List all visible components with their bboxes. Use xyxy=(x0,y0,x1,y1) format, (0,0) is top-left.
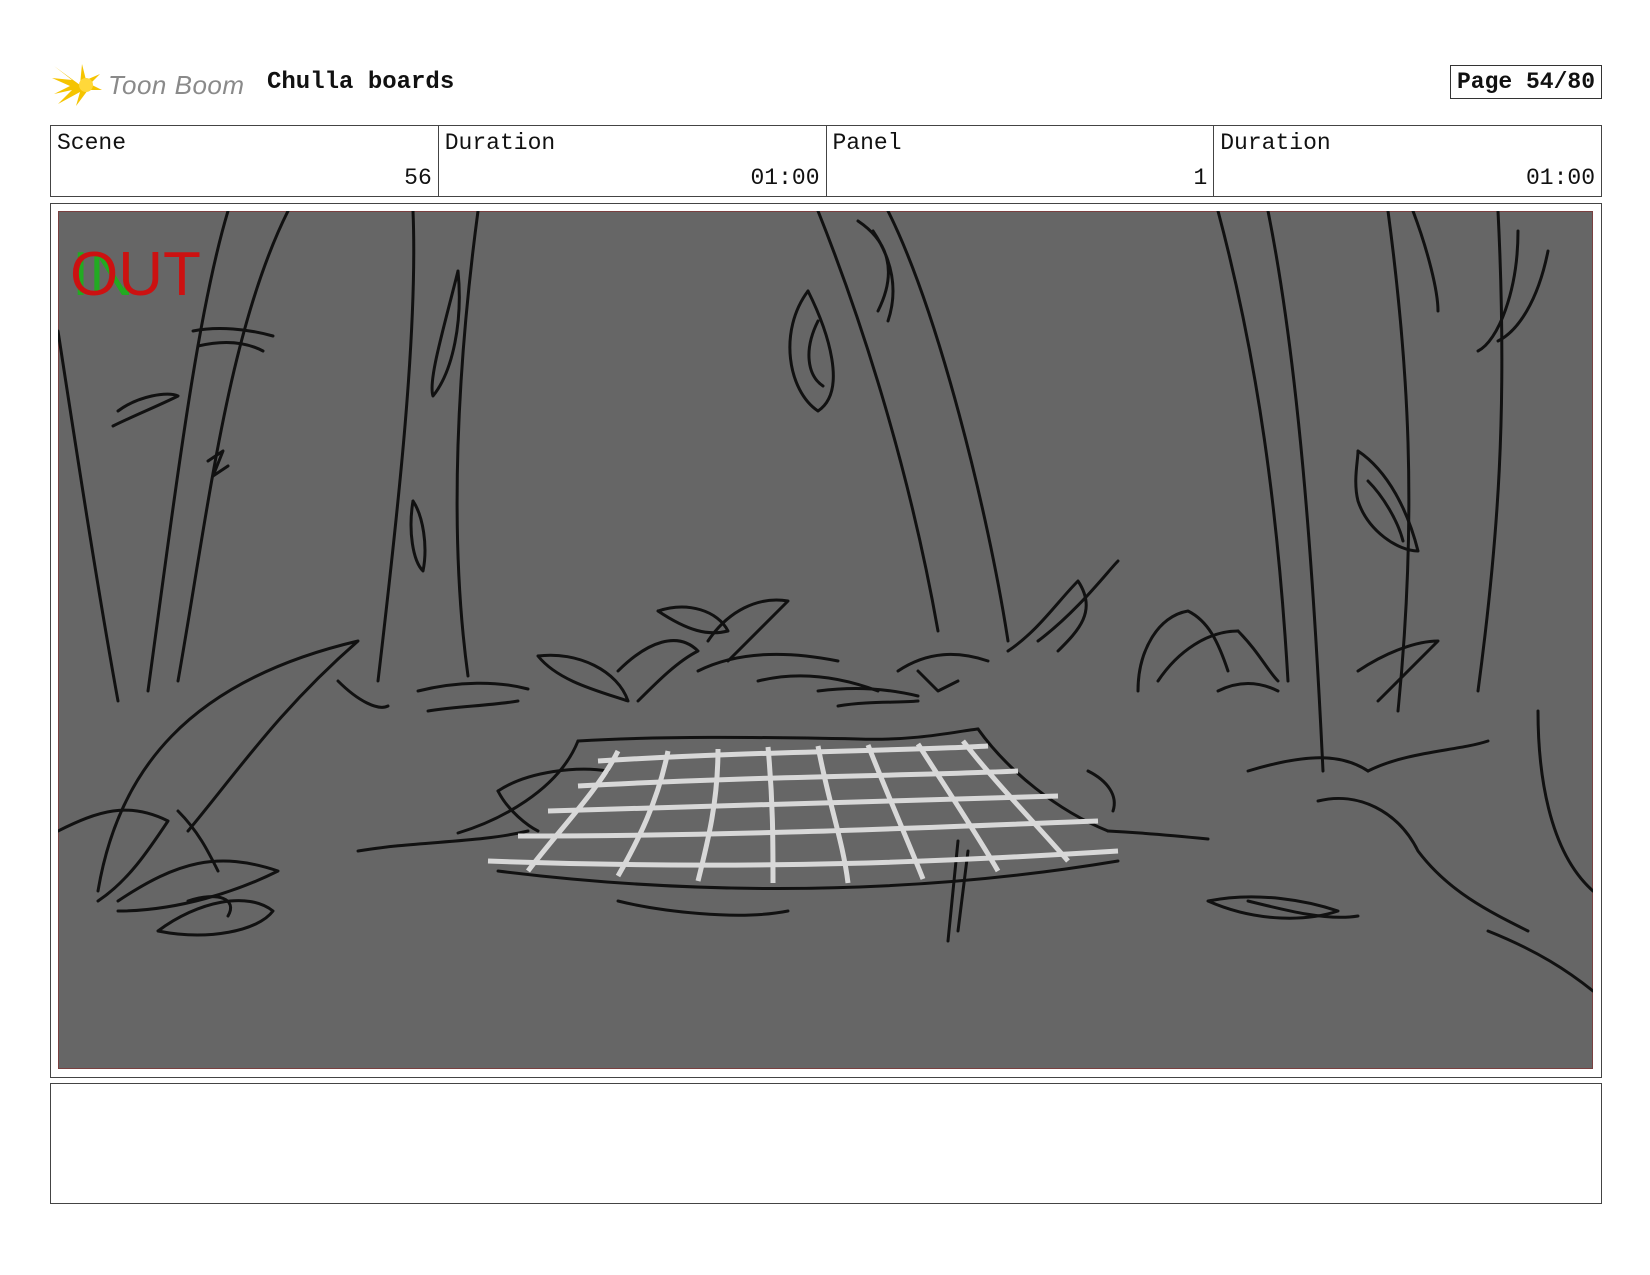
scene-value: 56 xyxy=(404,165,432,191)
storyboard-sketch: IN OUT xyxy=(58,211,1593,1069)
panel-cell: Panel 1 xyxy=(827,126,1215,196)
scene-duration-cell: Duration 01:00 xyxy=(439,126,827,196)
project-title: Chulla boards xyxy=(267,69,455,96)
page-header: Toon Boom Chulla boards Page 54/80 xyxy=(50,56,1602,112)
panel-notes-box xyxy=(50,1083,1602,1204)
logo-text: Toon Boom xyxy=(108,70,245,100)
page-number: Page 54/80 xyxy=(1449,65,1602,99)
scene-info-table: Scene 56 Duration 01:00 Panel 1 Duration… xyxy=(50,125,1602,197)
scene-duration-value: 01:00 xyxy=(750,165,820,191)
panel-duration-label: Duration xyxy=(1220,130,1331,156)
scene-duration-label: Duration xyxy=(444,130,556,156)
panel-label: Panel xyxy=(832,130,902,156)
toon-boom-logo: Toon Boom xyxy=(50,60,250,110)
panel-value: 1 xyxy=(1193,165,1208,191)
starburst-icon xyxy=(52,64,102,106)
scene-cell: Scene 56 xyxy=(51,126,439,196)
panel-duration-cell: Duration 01:00 xyxy=(1214,126,1601,196)
out-overlay-text: OUT xyxy=(70,240,201,309)
scene-label: Scene xyxy=(57,130,127,156)
panel-duration-value: 01:00 xyxy=(1525,165,1595,191)
storyboard-panel-frame: IN OUT xyxy=(50,203,1602,1078)
